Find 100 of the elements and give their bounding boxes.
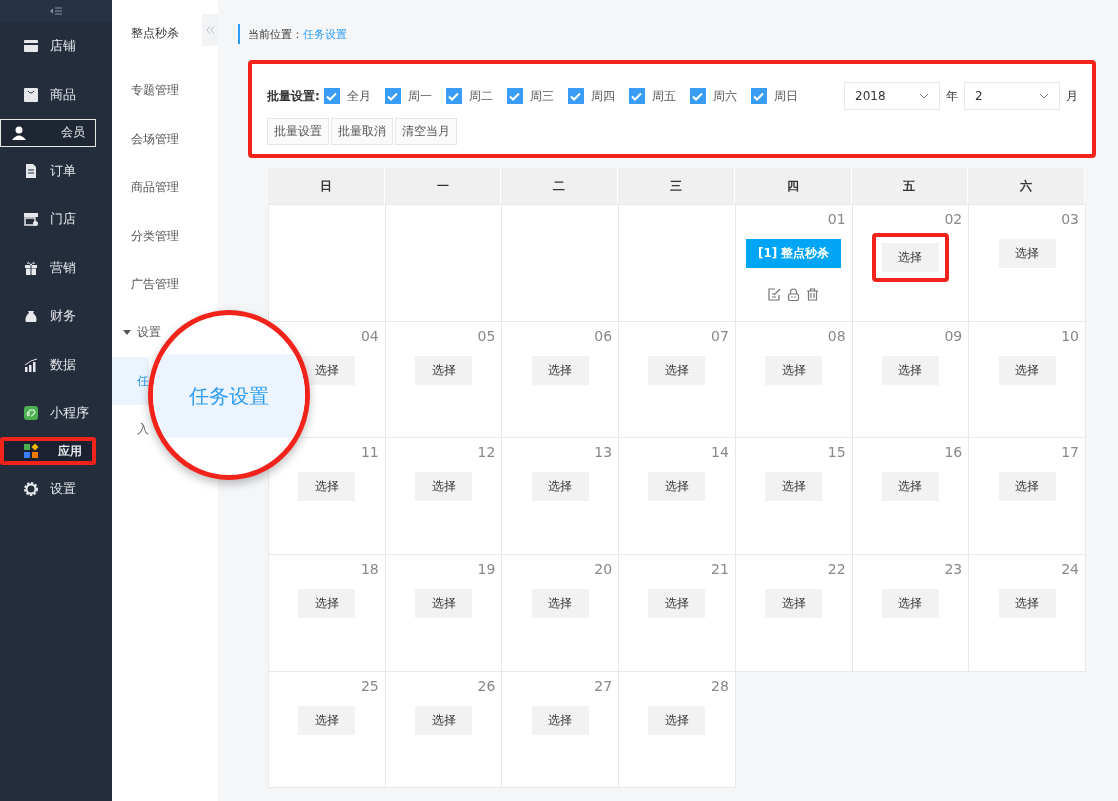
select-button[interactable]: 选择 — [531, 355, 589, 385]
sidebar-item[interactable]: 设置 — [0, 465, 112, 514]
day-number: 26 — [477, 677, 496, 694]
day-number: 06 — [594, 327, 613, 344]
select-button[interactable]: 选择 — [998, 355, 1056, 385]
checkbox-label: 周一 — [407, 87, 432, 105]
month-select[interactable]: 2 — [964, 82, 1060, 110]
sidebar-item[interactable]: 店铺 — [0, 22, 112, 71]
sidebar-item[interactable]: 商品 — [0, 70, 112, 119]
gear-icon — [23, 481, 39, 498]
select-button[interactable]: 选择 — [648, 589, 706, 619]
day-number: 22 — [827, 561, 846, 578]
user-icon — [11, 124, 27, 141]
edit-icon[interactable] — [768, 288, 782, 301]
day-number: 18 — [360, 561, 379, 578]
day-number: 10 — [1061, 327, 1079, 344]
select-button[interactable]: 选择 — [531, 589, 589, 619]
select-button[interactable]: 选择 — [415, 472, 473, 502]
checkbox[interactable] — [445, 88, 462, 104]
day-number: 14 — [711, 444, 729, 461]
select-button[interactable]: 选择 — [298, 589, 356, 619]
day-number: 16 — [944, 444, 963, 461]
subnav-item[interactable]: 商品管理 — [112, 163, 185, 212]
menu-icon[interactable] — [50, 7, 62, 15]
select-button[interactable]: 选择 — [648, 355, 706, 385]
subnav-item[interactable]: 入 — [112, 404, 149, 453]
bag-icon — [23, 86, 39, 103]
checkbox[interactable] — [384, 88, 401, 104]
checkbox-label: 周四 — [590, 87, 615, 105]
day-number: 27 — [594, 677, 613, 694]
day-number: 25 — [360, 677, 379, 694]
select-button[interactable]: 选择 — [298, 472, 356, 502]
select-button[interactable]: 选择 — [415, 589, 473, 619]
subnav-item[interactable]: 专题管理 — [112, 66, 185, 115]
sidebar-item[interactable]: 数据 — [0, 340, 112, 389]
checkbox[interactable] — [506, 88, 523, 104]
sidebar-item[interactable]: 门店 — [0, 195, 112, 244]
checkbox-label: 周六 — [712, 87, 737, 105]
subnav-group[interactable]: 设置 — [112, 308, 161, 357]
sidebar-item[interactable]: 小程序 — [0, 388, 112, 438]
select-button[interactable]: 选择 — [765, 589, 823, 619]
select-button[interactable]: 选择 — [881, 243, 939, 272]
select-button[interactable]: 选择 — [765, 472, 823, 502]
document-icon — [23, 162, 39, 179]
day-number: 05 — [477, 327, 496, 344]
select-button[interactable]: 选择 — [881, 355, 939, 385]
checkbox[interactable] — [567, 88, 584, 104]
sidebar-item[interactable]: 会员 — [0, 118, 96, 147]
day-number: 15 — [827, 444, 846, 461]
apps-icon — [23, 443, 39, 460]
checkbox-label: 周三 — [529, 87, 554, 105]
weekday-header: 日 — [268, 168, 385, 204]
day-number: 11 — [360, 444, 379, 461]
mini-program-icon — [23, 404, 39, 421]
subnav-title: 整点秒杀 — [130, 25, 179, 42]
checkbox[interactable] — [628, 88, 645, 104]
select-button[interactable]: 选择 — [881, 589, 939, 619]
subnav-item[interactable]: 分类管理 — [112, 211, 185, 260]
sidebar-item[interactable]: 财务 — [0, 291, 112, 341]
select-button[interactable]: 选择 — [765, 355, 823, 385]
lock-icon[interactable] — [787, 288, 801, 301]
select-button[interactable]: 选择 — [648, 705, 706, 735]
double-chevron-icon — [205, 26, 215, 34]
day-number: 12 — [477, 444, 496, 461]
select-button[interactable]: 选择 — [648, 472, 706, 502]
batch-button[interactable]: 清空当月 — [395, 118, 457, 145]
trash-icon[interactable] — [806, 288, 820, 301]
select-button[interactable]: 选择 — [298, 705, 356, 735]
money-bag-icon — [23, 308, 39, 325]
sidebar-item[interactable]: 营销 — [0, 243, 112, 292]
batch-button[interactable]: 批量设置 — [267, 118, 329, 145]
weekday-header: 四 — [734, 168, 852, 204]
sidebar-item[interactable]: 应用 — [0, 437, 96, 466]
select-button[interactable]: 选择 — [881, 472, 939, 502]
day-number: 19 — [477, 561, 496, 578]
sidebar-item[interactable]: 订单 — [0, 146, 112, 196]
day-number: 23 — [944, 561, 963, 578]
month-unit: 月 — [1066, 87, 1078, 105]
year-select[interactable]: 2018 — [844, 82, 940, 110]
checkbox[interactable] — [323, 88, 340, 104]
select-button[interactable]: 选择 — [998, 239, 1056, 268]
select-button[interactable]: 选择 — [998, 589, 1056, 619]
checkbox[interactable] — [750, 88, 767, 104]
subnav-item[interactable]: 会场管理 — [112, 114, 185, 163]
weekday-header: 二 — [501, 168, 619, 204]
gift-icon — [23, 259, 39, 276]
magnified-label: 任务设置 — [189, 382, 269, 410]
select-button[interactable]: 选择 — [998, 472, 1056, 502]
select-button[interactable]: 选择 — [415, 355, 473, 385]
caret-icon — [123, 329, 131, 336]
batch-button[interactable]: 批量取消 — [331, 118, 393, 145]
select-button[interactable]: 选择 — [531, 472, 589, 502]
subnav-item[interactable]: 广告管理 — [112, 260, 185, 309]
select-button[interactable]: 选择 — [531, 705, 589, 735]
checkbox-label: 周日 — [773, 87, 798, 105]
chevron-down-icon — [1039, 93, 1049, 99]
shop-icon — [23, 38, 39, 55]
store-icon — [23, 211, 39, 228]
select-button[interactable]: 选择 — [415, 705, 473, 735]
checkbox[interactable] — [689, 88, 706, 104]
